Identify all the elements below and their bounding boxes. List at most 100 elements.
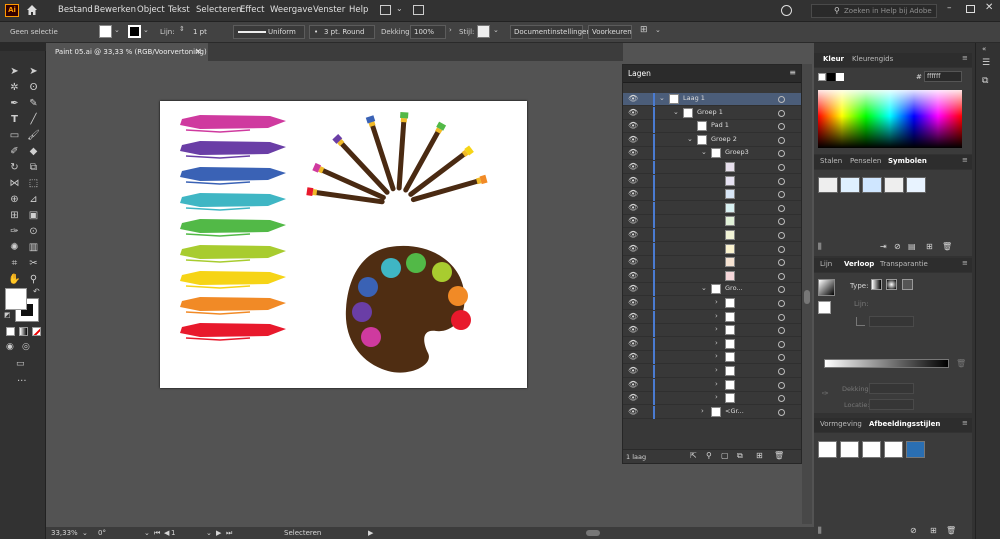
symbol-item[interactable] [884, 177, 904, 193]
layer-row[interactable]: 👁 ⌄ Gro... [623, 283, 801, 297]
type-tool-icon[interactable]: T [8, 113, 21, 126]
arrange-documents-icon[interactable] [380, 5, 391, 15]
target-circle-icon[interactable] [778, 123, 785, 131]
slice-tool-icon[interactable]: ✂ [27, 257, 40, 270]
target-circle-icon[interactable] [778, 204, 785, 212]
chevron-down-icon[interactable]: ⌄ [493, 26, 499, 34]
expand-toggle-icon[interactable]: › [715, 393, 718, 401]
layer-row[interactable]: 👁 › [623, 392, 801, 406]
expand-toggle-icon[interactable]: ⌄ [701, 284, 707, 292]
layer-row[interactable]: 👁 ⌄ Groep3 [623, 147, 801, 161]
tab-stroke[interactable]: Lijn [820, 260, 832, 268]
color-mode-icon[interactable] [6, 327, 15, 336]
chevron-down-icon[interactable]: ⌄ [396, 4, 403, 13]
chevron-down-icon[interactable]: ⌄ [114, 26, 120, 34]
preferences-button[interactable]: Voorkeuren [588, 25, 632, 39]
eraser-tool-icon[interactable]: ◆ [27, 145, 40, 158]
menu-tekst[interactable]: Tekst [168, 5, 190, 15]
zoom-tool-icon[interactable]: ⚲ [27, 273, 40, 286]
target-circle-icon[interactable] [778, 408, 785, 416]
layer-name[interactable]: Laag 1 [683, 94, 705, 102]
angle-field[interactable] [869, 316, 914, 327]
new-symbol-icon[interactable]: ⊞ [926, 242, 933, 251]
chevron-down-icon[interactable]: ⌄ [206, 527, 212, 539]
column-graph-tool-icon[interactable]: ▥ [27, 241, 40, 254]
export-icon[interactable]: ⇱ [690, 451, 697, 460]
next-artboard-icon[interactable]: ▶ [216, 527, 221, 539]
symbol-item[interactable] [862, 177, 882, 193]
target-circle-icon[interactable] [778, 313, 785, 321]
selection-tool-icon[interactable]: ➤ [8, 65, 21, 78]
hand-tool-icon[interactable]: ✋ [8, 273, 21, 286]
close-tab-icon[interactable]: × [194, 43, 202, 61]
expand-toggle-icon[interactable]: › [715, 312, 718, 320]
stroke-profile-select[interactable]: Uniform [233, 25, 305, 39]
graphic-style-item[interactable] [818, 441, 837, 458]
visibility-eye-icon[interactable]: 👁 [628, 326, 638, 334]
menu-venster[interactable]: Venster [313, 5, 345, 15]
status-menu-icon[interactable]: ▶ [368, 527, 373, 539]
close-icon[interactable]: ✕ [985, 2, 993, 13]
visibility-eye-icon[interactable]: 👁 [628, 190, 638, 198]
chevron-down-icon[interactable]: ⌄ [82, 527, 88, 539]
layer-row[interactable]: 👁 › [623, 351, 801, 365]
shaper-tool-icon[interactable]: ✐ [8, 145, 21, 158]
symbol-item[interactable] [840, 177, 860, 193]
expand-toggle-icon[interactable]: › [715, 352, 718, 360]
maximize-icon[interactable] [966, 5, 975, 13]
draw-behind-icon[interactable]: ◎ [22, 342, 30, 352]
menu-help[interactable]: Help [349, 5, 368, 15]
width-tool-icon[interactable]: ⋈ [8, 177, 21, 190]
zoom-field[interactable]: 33,33% [51, 527, 78, 539]
break-link-icon[interactable]: ⊘ [894, 242, 901, 251]
target-circle-icon[interactable] [778, 340, 785, 348]
visibility-eye-icon[interactable]: 👁 [628, 135, 638, 144]
new-layer-icon[interactable]: ⊞ [756, 451, 763, 460]
expand-toggle-icon[interactable]: ⌄ [673, 108, 679, 116]
target-circle-icon[interactable] [778, 354, 785, 362]
eyedropper-icon[interactable]: ✑ [822, 389, 829, 398]
gradient-tool-icon[interactable]: ▣ [27, 209, 40, 222]
gradient-fill-stroke[interactable] [818, 301, 831, 314]
menu-effect[interactable]: Effect [240, 5, 264, 15]
color-none-swatch[interactable] [818, 73, 826, 81]
layer-row[interactable]: 👁 › [623, 365, 801, 378]
artboard[interactable] [160, 101, 527, 388]
expand-toggle-icon[interactable]: › [715, 366, 718, 374]
new-sublayer-icon[interactable]: ⧉ [737, 451, 743, 461]
delete-stop-icon[interactable]: 🗑 [956, 359, 966, 368]
tab-transparency[interactable]: Transparantie [880, 260, 928, 268]
swap-colors-icon[interactable]: ↶ [33, 287, 40, 296]
pen-tool-icon[interactable]: ✒ [8, 97, 21, 110]
layer-row[interactable]: 👁 [623, 215, 801, 229]
rotation-field[interactable]: 0° [98, 527, 106, 539]
vertical-scrollbar[interactable] [802, 64, 812, 524]
stroke-swatch[interactable] [128, 25, 141, 38]
layer-name[interactable]: Groep 2 [711, 135, 737, 143]
line-tool-icon[interactable]: ╱ [27, 113, 40, 126]
target-circle-icon[interactable] [778, 272, 785, 280]
layer-name[interactable]: Groep 1 [697, 108, 723, 116]
target-circle-icon[interactable] [778, 327, 785, 335]
target-circle-icon[interactable] [778, 164, 785, 171]
paintbrush-tool-icon[interactable]: 🖌 [27, 129, 40, 142]
visibility-eye-icon[interactable]: 👁 [628, 380, 638, 389]
symbol-item[interactable] [906, 177, 926, 193]
panel-menu-icon[interactable]: ≡ [962, 54, 968, 62]
target-circle-icon[interactable] [778, 259, 785, 267]
expand-toggle-icon[interactable]: ⌄ [687, 135, 693, 143]
delete-layer-icon[interactable]: 🗑 [774, 451, 784, 460]
chevron-right-icon[interactable]: › [449, 26, 452, 34]
style-swatch[interactable] [477, 25, 490, 38]
lasso-tool-icon[interactable]: ʘ [27, 81, 40, 94]
layer-row[interactable]: 👁 [623, 161, 801, 174]
symbol-options-icon[interactable]: ▤ [908, 242, 916, 251]
color-white-swatch[interactable] [836, 73, 844, 81]
target-circle-icon[interactable] [778, 150, 785, 158]
expand-toggle-icon[interactable]: › [715, 380, 718, 388]
menu-bewerken[interactable]: Bewerken [94, 5, 136, 15]
last-artboard-icon[interactable]: ⏭ [226, 527, 232, 539]
shape-builder-tool-icon[interactable]: ⊕ [8, 193, 21, 206]
delete-style-icon[interactable]: 🗑 [946, 526, 956, 535]
opacity-field[interactable]: 100% [410, 25, 446, 39]
